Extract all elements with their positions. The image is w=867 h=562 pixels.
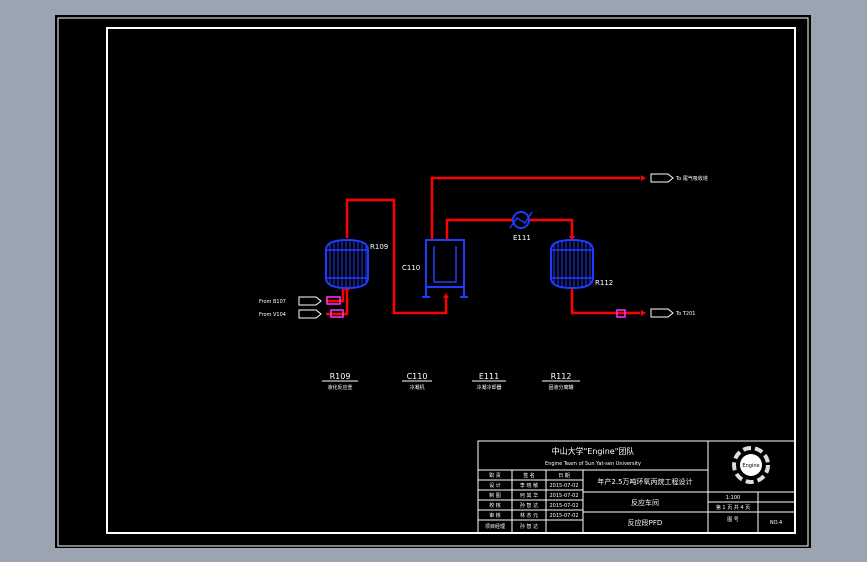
- tb-row5-role: 项目经理: [485, 523, 505, 530]
- tb-header-name: 签 名: [523, 472, 535, 479]
- tb-row3-date: 2015-07-02: [549, 503, 578, 509]
- logo-text: Engine: [742, 463, 759, 469]
- label-r112: R112: [595, 279, 613, 287]
- reactor-r112[interactable]: [550, 238, 594, 290]
- legend-r109-tag: R109: [330, 372, 351, 381]
- drawing-sheet: [55, 15, 811, 548]
- label-c110: C110: [402, 264, 420, 272]
- tb-row5-name: 孙 智 达: [520, 523, 538, 530]
- tb-row3-role: 校 核: [489, 502, 501, 509]
- tb-header-role: 职 责: [489, 472, 501, 479]
- label-e111: E111: [513, 234, 531, 242]
- title-drawing: 反应段PFD: [628, 518, 663, 527]
- legend-c110-tag: C110: [407, 372, 428, 381]
- tb-drawing-no: NO.4: [770, 520, 782, 526]
- tb-sheet: 第 1 页 共 4 页: [716, 504, 750, 511]
- label-r109: R109: [370, 243, 388, 251]
- tb-row2-date: 2015-07-02: [549, 493, 578, 499]
- tb-row2-name: 何 其 华: [520, 492, 538, 499]
- reactor-r109[interactable]: [325, 238, 369, 290]
- label-from-v104: From V104: [259, 312, 286, 318]
- legend-r112-tag: R112: [551, 372, 572, 381]
- legend-e111-desc: 冷凝冷却器: [476, 384, 501, 391]
- tb-drawing-no-label: 图 号: [727, 517, 739, 523]
- legend-e111-tag: E111: [479, 372, 499, 381]
- tb-row1-role: 设 计: [489, 482, 501, 489]
- label-from-b107: From B107: [259, 299, 286, 305]
- title-section: 反应车间: [631, 498, 659, 507]
- title-project: 年产2.5万吨环氧丙烷工程设计: [597, 477, 692, 486]
- tb-row4-name: 林 杰 元: [520, 512, 538, 519]
- tb-row1-name: 李 晓 敏: [520, 482, 538, 489]
- tb-row1-date: 2015-07-02: [549, 483, 578, 489]
- tb-row3-name: 孙 智 达: [520, 502, 538, 509]
- title-org: 中山大学"Engine"团队: [552, 446, 635, 456]
- pfd-drawing: R109 C110 E111 R112 From B107 From V104 …: [55, 15, 811, 548]
- tb-row2-role: 制 图: [489, 492, 501, 499]
- legend-r109-desc: 液化反应釜: [327, 384, 352, 391]
- tb-header-date: 日 期: [558, 473, 570, 479]
- legend-r112-desc: 固液分离罐: [548, 384, 573, 391]
- label-to-t201: To T201: [675, 311, 695, 317]
- tb-row4-date: 2015-07-02: [549, 513, 578, 519]
- tb-scale: 1:100: [726, 495, 740, 501]
- legend-c110-desc: 冷凝机: [409, 384, 424, 391]
- title-org-en: Engine Team of Sun Yat-sen University: [545, 461, 641, 467]
- label-to-top: To 尾气吸收塔: [675, 175, 708, 182]
- tb-row4-role: 审 核: [489, 512, 501, 519]
